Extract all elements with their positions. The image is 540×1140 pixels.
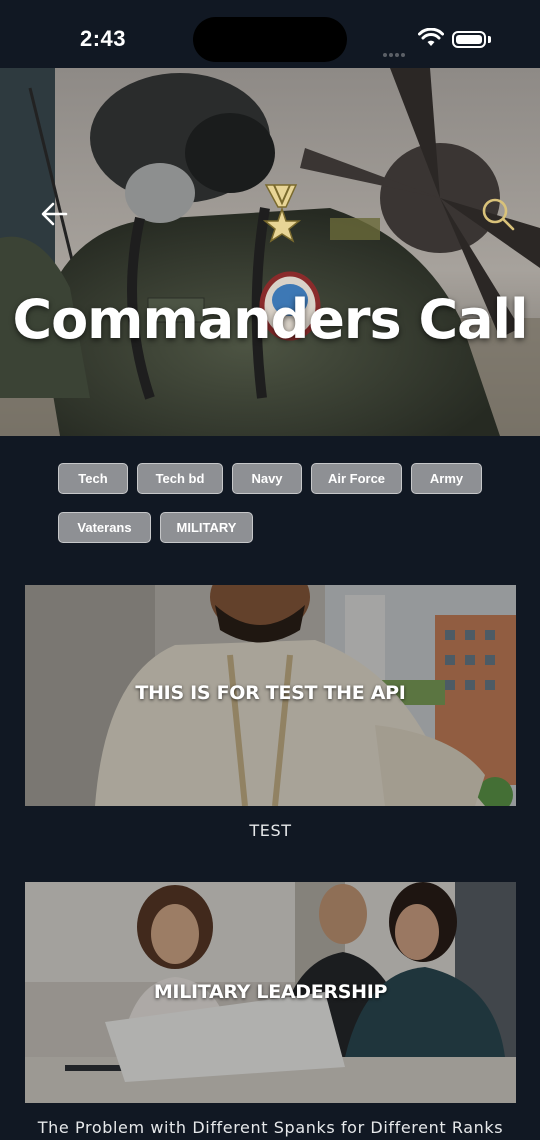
page-title: Commanders Call	[12, 288, 528, 351]
post-image[interactable]: MILITARY LEADERSHIP	[25, 882, 516, 1103]
chip-tech[interactable]: Tech	[58, 463, 128, 494]
post-caption[interactable]: TEST	[25, 821, 516, 840]
chip-air-force[interactable]: Air Force	[311, 463, 402, 494]
post-caption[interactable]: The Problem with Different Spanks for Di…	[25, 1118, 516, 1137]
hero-photo-pilot	[0, 68, 540, 436]
hero-banner: Commanders Call	[0, 68, 540, 436]
chip-tech-bd[interactable]: Tech bd	[137, 463, 223, 494]
post-card[interactable]: THIS IS FOR TEST THE API TEST	[25, 585, 516, 840]
back-arrow-icon[interactable]	[38, 198, 70, 230]
chip-military[interactable]: MILITARY	[160, 512, 253, 543]
chip-vaterans[interactable]: Vaterans	[58, 512, 151, 543]
post-image-title: THIS IS FOR TEST THE API	[135, 682, 406, 704]
status-time: 2:43	[80, 26, 127, 51]
signal-dots-icon	[383, 42, 407, 61]
wifi-icon	[418, 28, 444, 46]
search-icon[interactable]	[480, 196, 516, 232]
category-chips: Tech Tech bd Navy Air Force Army Vaterans MIL…	[58, 463, 498, 561]
status-bar: 2:43	[0, 0, 540, 68]
battery-icon	[452, 31, 486, 48]
post-image-title: MILITARY LEADERSHIP	[153, 981, 388, 1003]
post-image[interactable]: THIS IS FOR TEST THE API	[25, 585, 516, 806]
medal-icon	[262, 184, 302, 243]
dynamic-island	[193, 17, 347, 62]
chip-navy[interactable]: Navy	[232, 463, 302, 494]
post-card[interactable]: MILITARY LEADERSHIP The Problem with Dif…	[25, 882, 516, 1137]
chip-army[interactable]: Army	[411, 463, 482, 494]
